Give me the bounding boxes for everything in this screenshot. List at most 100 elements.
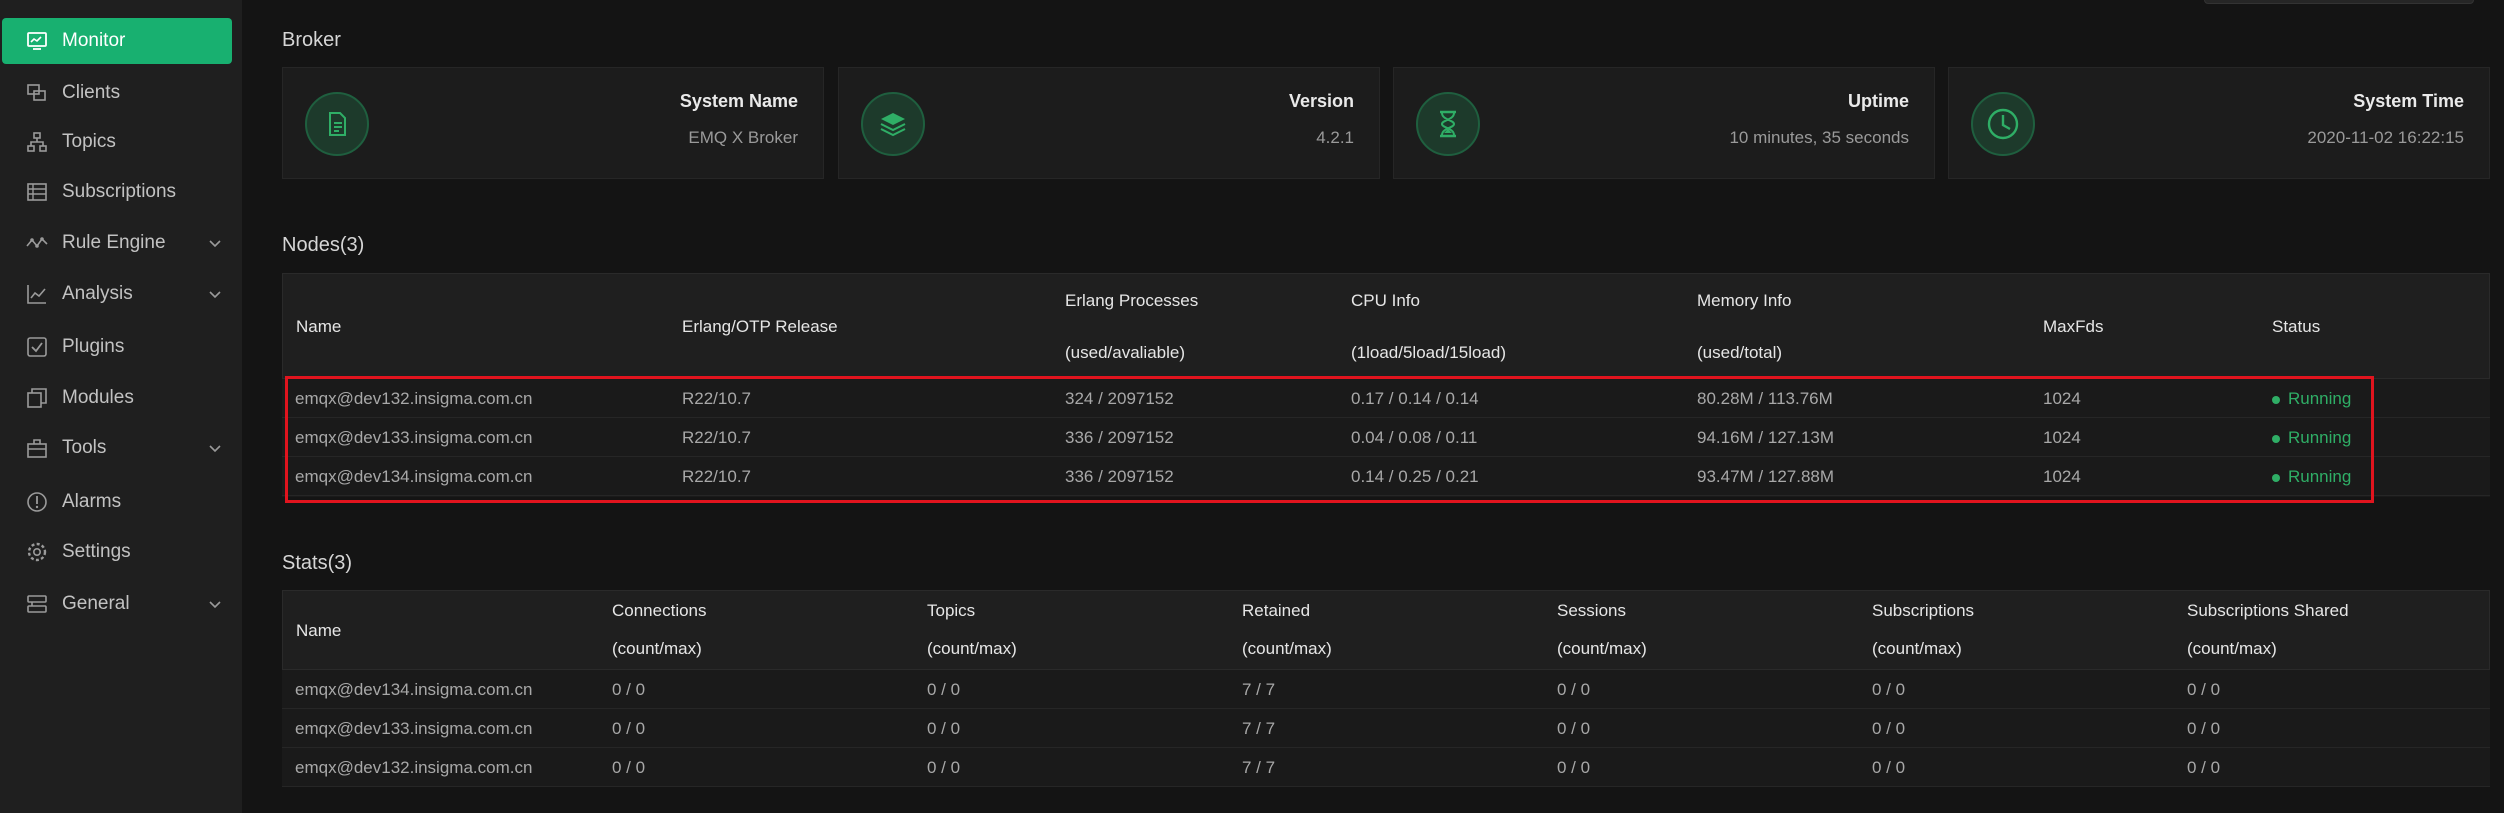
stat-name: emqx@dev134.insigma.com.cn (295, 680, 533, 699)
topics-icon (27, 132, 47, 152)
chevron-down-icon (209, 601, 221, 609)
node-cpu: 0.17 / 0.14 / 0.14 (1351, 389, 1479, 408)
sidebar-item-general[interactable]: General (0, 580, 234, 628)
col-sessions: Sessions (1557, 601, 1626, 620)
chevron-down-icon (209, 445, 221, 453)
node-otp: R22/10.7 (682, 467, 751, 486)
col-otp: Erlang/OTP Release (682, 317, 838, 336)
table-row: emqx@dev132.insigma.com.cn 0 / 0 0 / 0 7… (282, 748, 2490, 787)
sidebar-item-label: Modules (62, 387, 134, 408)
sidebar-item-label: Alarms (62, 491, 122, 512)
node-processes: 324 / 2097152 (1065, 389, 1174, 408)
stat-subscriptions: 0 / 0 (1872, 680, 1906, 699)
node-maxfds: 1024 (2043, 389, 2081, 408)
card-value: 10 minutes, 35 seconds (1729, 128, 1909, 147)
table-row: emqx@dev133.insigma.com.cn R22/10.7 336 … (282, 418, 2490, 457)
card-title: Version (1288, 91, 1354, 111)
status-text: Running (2288, 467, 2352, 486)
plugins-icon (27, 337, 47, 357)
sidebar-item-tools[interactable]: Tools (0, 424, 234, 472)
stats-table: Name Connections (count/max) Topics (cou… (282, 590, 2490, 787)
col-subscriptions-sub: (count/max) (1872, 639, 1962, 658)
status-dot-icon (2272, 434, 2280, 443)
node-cpu: 0.14 / 0.25 / 0.21 (1351, 467, 1479, 486)
sidebar-item-label: General (62, 593, 130, 614)
stat-connections: 0 / 0 (612, 719, 646, 738)
clock-icon (1971, 92, 2035, 156)
col-memory-sub: (used/total) (1697, 343, 1783, 362)
sidebar-item-monitor[interactable]: Monitor (2, 18, 232, 64)
sidebar-item-subscriptions[interactable]: Subscriptions (0, 168, 234, 216)
col-name: Name (296, 317, 342, 336)
col-processes-sub: (used/avaliable) (1065, 343, 1186, 362)
node-otp: R22/10.7 (682, 428, 751, 447)
stat-subscriptions: 0 / 0 (1872, 719, 1906, 738)
sidebar-item-label: Plugins (62, 336, 125, 357)
version-card: Version 4.2.1 (838, 67, 1380, 179)
col-maxfds: MaxFds (2043, 317, 2104, 336)
node-name: emqx@dev132.insigma.com.cn (295, 389, 533, 408)
stat-subscriptions-shared: 0 / 0 (2187, 680, 2221, 699)
stat-topics: 0 / 0 (927, 719, 961, 738)
col-cpu: CPU Info (1351, 291, 1420, 310)
col-retained-sub: (count/max) (1242, 639, 1332, 658)
node-maxfds: 1024 (2043, 428, 2081, 447)
stat-connections: 0 / 0 (612, 680, 646, 699)
col-memory: Memory Info (1697, 291, 1792, 310)
col-subscriptions-shared: Subscriptions Shared (2187, 601, 2349, 620)
col-subscriptions: Subscriptions (1872, 601, 1975, 620)
sidebar-item-label: Subscriptions (62, 181, 177, 202)
table-row: emqx@dev134.insigma.com.cn 0 / 0 0 / 0 7… (282, 670, 2490, 709)
monitor-icon (27, 32, 47, 50)
card-title: System Name (679, 91, 798, 111)
table-row: emqx@dev134.insigma.com.cn R22/10.7 336 … (282, 457, 2490, 496)
col-retained: Retained (1242, 601, 1311, 620)
sidebar-item-analysis[interactable]: Analysis (0, 270, 234, 318)
sidebar-item-topics[interactable]: Topics (0, 118, 234, 166)
status-text: Running (2288, 389, 2352, 408)
sidebar-item-label: Clients (62, 82, 121, 103)
sidebar-item-modules[interactable]: Modules (0, 374, 234, 422)
system-time-card: System Time 2020-11-02 16:22:15 (1948, 67, 2490, 179)
card-title: System Time (2353, 91, 2464, 111)
stat-subscriptions-shared: 0 / 0 (2187, 758, 2221, 777)
stat-name: emqx@dev133.insigma.com.cn (295, 719, 533, 738)
layers-icon (861, 92, 925, 156)
node-memory: 94.16M / 127.13M (1697, 428, 1835, 447)
col-subscriptions-shared-sub: (count/max) (2187, 639, 2277, 658)
nodes-table-header: Name Erlang/OTP Release Erlang Processes… (282, 273, 2490, 379)
sidebar-item-rule-engine[interactable]: Rule Engine (0, 219, 234, 267)
sidebar-item-alarms[interactable]: Alarms (0, 478, 234, 526)
tools-icon (27, 439, 47, 458)
stat-subscriptions: 0 / 0 (1872, 758, 1906, 777)
topbar-control[interactable] (2204, 0, 2474, 4)
col-status: Status (2272, 317, 2321, 336)
node-memory: 80.28M / 113.76M (1697, 389, 1833, 408)
sidebar-item-clients[interactable]: Clients (0, 69, 234, 117)
sidebar-item-label: Analysis (62, 283, 133, 304)
col-cpu-sub: (1load/5load/15load) (1351, 343, 1507, 362)
modules-icon (27, 388, 47, 408)
stat-retained: 7 / 7 (1242, 680, 1276, 699)
general-icon (27, 595, 47, 613)
col-topics: Topics (927, 601, 976, 620)
status-dot-icon (2272, 473, 2280, 482)
card-title: Uptime (1847, 91, 1909, 111)
stat-retained: 7 / 7 (1242, 719, 1276, 738)
uptime-card: Uptime 10 minutes, 35 seconds (1393, 67, 1935, 179)
card-value: 2020-11-02 16:22:15 (2307, 128, 2464, 147)
card-value: 4.2.1 (1316, 128, 1354, 147)
col-connections: Connections (612, 601, 707, 620)
clients-icon (27, 84, 46, 101)
sidebar-item-label: Settings (62, 541, 131, 562)
sidebar-item-label: Monitor (62, 30, 126, 51)
col-processes: Erlang Processes (1065, 291, 1199, 310)
sidebar-item-plugins[interactable]: Plugins (0, 323, 234, 371)
stats-table-header: Name Connections (count/max) Topics (cou… (282, 590, 2490, 670)
nodes-section-title: Nodes(3) (282, 234, 365, 256)
stat-sessions: 0 / 0 (1557, 758, 1591, 777)
sidebar: Monitor Clients Topics Subscriptions Rul… (0, 0, 242, 813)
document-icon (305, 92, 369, 156)
status-badge: Running (2272, 428, 2351, 448)
sidebar-item-settings[interactable]: Settings (0, 528, 234, 576)
